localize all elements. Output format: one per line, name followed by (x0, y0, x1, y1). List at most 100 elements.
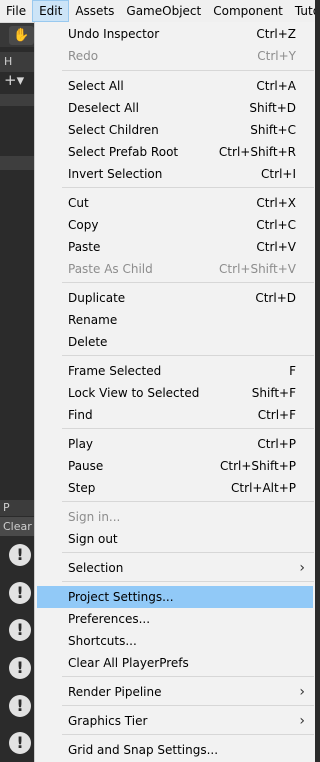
menu-item-label: Clear All PlayerPrefs (68, 656, 189, 670)
menu-separator (62, 70, 314, 71)
menu-assets[interactable]: Assets (69, 0, 120, 22)
chevron-right-icon: › (299, 560, 305, 576)
menu-item-label: Preferences... (68, 612, 151, 626)
menu-item-shortcut: Ctrl+I (261, 167, 296, 181)
menu-bar: File Edit Assets GameObject Component Tu… (0, 0, 315, 23)
menu-item-shortcuts[interactable]: Shortcuts... (35, 630, 315, 652)
menu-item-label: Deselect All (68, 101, 139, 115)
menu-item-label: Sign in... (68, 510, 121, 524)
menu-item-project-settings[interactable]: Project Settings... (37, 586, 313, 608)
menu-item-sign-in[interactable]: Sign in... (35, 506, 315, 528)
menu-item-label: Select Children (68, 123, 159, 137)
hand-tool-button[interactable]: ✋ (9, 26, 34, 45)
menu-item-label: Paste As Child (68, 262, 153, 276)
menu-file[interactable]: File (0, 0, 32, 22)
menu-edit[interactable]: Edit (32, 0, 70, 22)
menu-item-shortcut: Ctrl+Shift+P (220, 459, 296, 473)
console-log-row[interactable]: ! (0, 688, 34, 725)
add-icon[interactable]: +▾ (4, 72, 24, 88)
menu-item-play[interactable]: Play Ctrl+P (35, 433, 315, 455)
menu-item-frame-selected[interactable]: Frame Selected F (35, 360, 315, 382)
menu-item-label: Lock View to Selected (68, 386, 200, 400)
hierarchy-row[interactable] (0, 94, 34, 106)
menu-item-select-all[interactable]: Select All Ctrl+A (35, 75, 315, 97)
menu-separator (62, 187, 314, 188)
menu-item-sign-out[interactable]: Sign out (35, 528, 315, 550)
menu-item-shortcut: Shift+F (251, 386, 296, 400)
menu-item-label: Redo (68, 49, 99, 63)
menu-component[interactable]: Component (207, 0, 289, 22)
menu-item-label: Invert Selection (68, 167, 163, 181)
menu-item-duplicate[interactable]: Duplicate Ctrl+D (35, 287, 315, 309)
menu-separator (62, 355, 314, 356)
menu-item-shortcut: Ctrl+F (257, 408, 296, 422)
menu-separator (62, 282, 314, 283)
menu-item-graphics-tier[interactable]: Graphics Tier › (35, 710, 315, 732)
menu-item-shortcut: F (289, 364, 296, 378)
menu-item-label: Sign out (68, 532, 118, 546)
menu-separator (62, 581, 314, 582)
menu-item-undo-inspector[interactable]: Undo Inspector Ctrl+Z (35, 23, 315, 45)
menu-item-label: Grid and Snap Settings... (68, 743, 219, 757)
warning-icon: ! (9, 732, 31, 754)
console-log-row[interactable]: ! (0, 650, 34, 687)
menu-item-label: Select All (68, 79, 124, 93)
menu-item-paste[interactable]: Paste Ctrl+V (35, 236, 315, 258)
menu-item-label: Cut (68, 196, 89, 210)
menu-item-shortcut: Ctrl+Shift+V (219, 262, 296, 276)
clear-button[interactable]: Clear (0, 517, 34, 536)
menu-item-selection[interactable]: Selection › (35, 557, 315, 579)
chevron-right-icon: › (299, 684, 305, 700)
warning-icon: ! (9, 657, 31, 679)
menu-item-lock-view-to-selected[interactable]: Lock View to Selected Shift+F (35, 382, 315, 404)
menu-separator (62, 428, 314, 429)
menu-item-label: Copy (68, 218, 99, 232)
menu-item-shortcut: Ctrl+X (256, 196, 296, 210)
menu-item-shortcut: Ctrl+C (256, 218, 296, 232)
menu-item-paste-as-child[interactable]: Paste As Child Ctrl+Shift+V (35, 258, 315, 280)
menu-item-label: Render Pipeline (68, 685, 162, 699)
console-log-row[interactable]: ! (0, 537, 34, 574)
menu-item-copy[interactable]: Copy Ctrl+C (35, 214, 315, 236)
menu-item-render-pipeline[interactable]: Render Pipeline › (35, 681, 315, 703)
menu-item-select-prefab-root[interactable]: Select Prefab Root Ctrl+Shift+R (35, 141, 315, 163)
menu-tutorials[interactable]: Tutoria (289, 0, 315, 22)
menu-item-shortcut: Ctrl+Y (257, 49, 296, 63)
menu-item-label: Duplicate (68, 291, 126, 305)
hand-icon: ✋ (13, 28, 30, 43)
console-log-row[interactable]: ! (0, 725, 34, 762)
menu-item-deselect-all[interactable]: Deselect All Shift+D (35, 97, 315, 119)
console-log-row[interactable]: ! (0, 612, 34, 649)
menu-item-redo[interactable]: Redo Ctrl+Y (35, 45, 315, 67)
menu-separator (62, 501, 314, 502)
menu-item-pause[interactable]: Pause Ctrl+Shift+P (35, 455, 315, 477)
hierarchy-tab[interactable]: H (0, 52, 34, 72)
menu-item-label: Rename (68, 313, 118, 327)
menu-item-find[interactable]: Find Ctrl+F (35, 404, 315, 426)
menu-item-shortcut: Shift+D (249, 101, 296, 115)
menu-item-cut[interactable]: Cut Ctrl+X (35, 192, 315, 214)
warning-icon: ! (9, 582, 31, 604)
menu-item-preferences[interactable]: Preferences... (35, 608, 315, 630)
console-tab[interactable]: P (0, 500, 34, 516)
menu-item-label: Undo Inspector (68, 27, 160, 41)
menu-gameobject[interactable]: GameObject (120, 0, 207, 22)
edit-menu-dropdown: Undo Inspector Ctrl+Z Redo Ctrl+Y Select All… (34, 22, 315, 762)
menu-item-grid-and-snap-settings[interactable]: Grid and Snap Settings... (35, 739, 315, 761)
menu-item-delete[interactable]: Delete (35, 331, 315, 353)
menu-item-label: Selection (68, 561, 124, 575)
menu-item-clear-all-playerprefs[interactable]: Clear All PlayerPrefs (35, 652, 315, 674)
menu-item-select-children[interactable]: Select Children Shift+C (35, 119, 315, 141)
menu-item-label: Shortcuts... (68, 634, 137, 648)
menu-item-shortcut: Ctrl+Shift+R (218, 145, 296, 159)
warning-icon: ! (9, 544, 31, 566)
menu-item-invert-selection[interactable]: Invert Selection Ctrl+I (35, 163, 315, 185)
menu-item-rename[interactable]: Rename (35, 309, 315, 331)
menu-item-label: Delete (68, 335, 108, 349)
menu-item-label: Graphics Tier (68, 714, 148, 728)
console-log-row[interactable]: ! (0, 575, 34, 612)
menu-item-label: Find (68, 408, 93, 422)
menu-item-label: Paste (68, 240, 101, 254)
hierarchy-row[interactable] (0, 156, 34, 170)
menu-item-step[interactable]: Step Ctrl+Alt+P (35, 477, 315, 499)
